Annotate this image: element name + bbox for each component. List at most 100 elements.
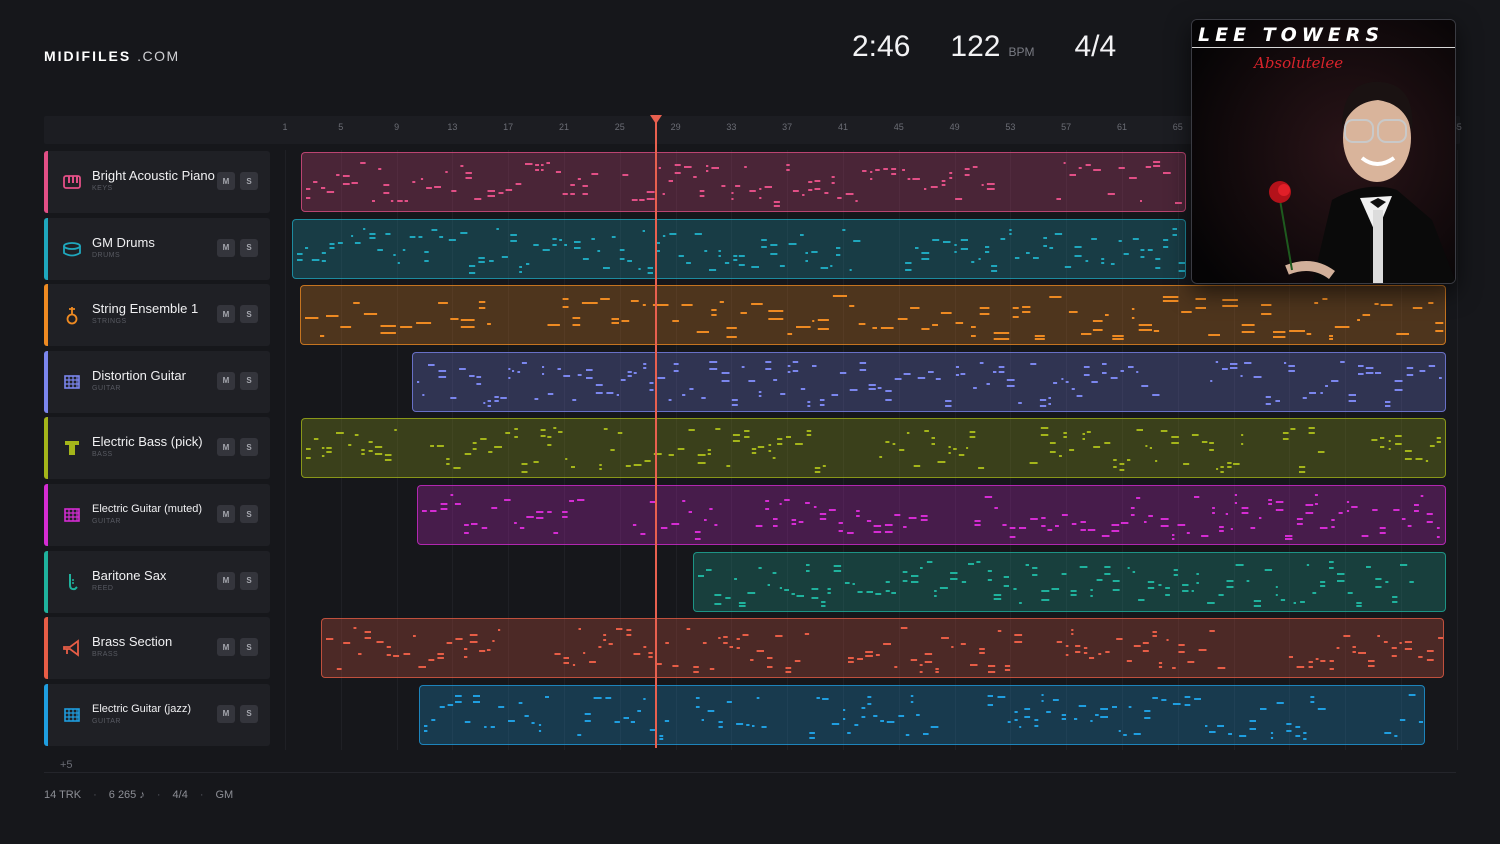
track-header-bright-acoustic-piano[interactable]: Bright Acoustic Piano KEYS M S: [44, 151, 270, 213]
track-name: Electric Bass (pick): [92, 434, 203, 450]
solo-button[interactable]: S: [240, 704, 258, 723]
ruler-bar-number: 65: [1172, 122, 1183, 132]
drum-icon: [63, 241, 81, 256]
clip-notes: [424, 693, 1423, 740]
midi-standard: GM: [215, 789, 234, 801]
saxophone-icon: [69, 573, 78, 590]
grid-line: [285, 150, 286, 750]
track-color-stripe: [44, 284, 48, 347]
midi-clip-string-ensemble-1[interactable]: [300, 285, 1446, 346]
solo-button[interactable]: S: [240, 305, 258, 324]
mute-button[interactable]: M: [217, 505, 235, 523]
track-category: GUITAR: [92, 384, 121, 392]
mute-button[interactable]: M: [217, 438, 235, 457]
guitar-fretboard-icon: [64, 707, 80, 722]
track-name: Distortion Guitar: [92, 367, 186, 383]
album-cover: LEE TOWERS Absolutelee: [1191, 19, 1456, 284]
track-color-stripe: [44, 484, 48, 546]
ruler-bar-number: 53: [1005, 122, 1016, 132]
midi-clip-brass-section[interactable]: [321, 618, 1444, 679]
ruler-bar-number: 21: [558, 122, 570, 132]
track-color-stripe: [44, 550, 48, 613]
mute-button[interactable]: M: [217, 571, 235, 590]
clip-notes: [326, 627, 1443, 674]
track-header-baritone-sax[interactable]: Baritone Sax REED M S: [44, 550, 270, 613]
track-name: Baritone Sax: [92, 567, 167, 583]
clip-notes: [417, 360, 1442, 407]
track-color-stripe: [44, 350, 48, 413]
track-header-string-ensemble-1[interactable]: String Ensemble 1 STRINGS M S: [44, 284, 270, 347]
more-tracks-label[interactable]: +5: [60, 759, 73, 771]
cover-album: Absolutelee: [1254, 54, 1344, 72]
mute-button[interactable]: M: [217, 638, 235, 657]
track-header-distortion-guitar[interactable]: Distortion Guitar GUITAR M S: [44, 350, 270, 413]
song-duration: 2:46: [852, 30, 911, 63]
track-header-electric-guitar-jazz[interactable]: Electric Guitar (jazz) GUITAR M S: [44, 683, 270, 746]
midi-clip-electric-guitar-jazz[interactable]: [419, 684, 1425, 745]
midi-clip-distortion-guitar[interactable]: [412, 351, 1446, 412]
clip-notes: [305, 295, 1444, 341]
separator-dot: ·: [156, 789, 161, 801]
track-name: String Ensemble 1: [92, 301, 199, 317]
track-name: Electric Guitar (muted): [92, 503, 203, 515]
midi-clip-gm-drums[interactable]: [292, 218, 1186, 279]
midi-clip-electric-bass-pick[interactable]: [301, 418, 1446, 479]
track-color-stripe: [44, 417, 48, 480]
mute-button[interactable]: M: [217, 172, 235, 190]
file-summary: 14 TRK · 6 265 ♪ · 4/4 · GM: [44, 789, 233, 801]
ruler-bar-number: 37: [782, 122, 793, 132]
guitar-fretboard-icon: [64, 374, 80, 389]
clip-notes: [306, 427, 1441, 474]
footer-meter: 4/4: [172, 789, 188, 801]
brand-suffix: .COM: [137, 48, 180, 64]
cover-rule: [1192, 47, 1455, 48]
solo-button[interactable]: S: [240, 238, 258, 257]
track-category: KEYS: [92, 185, 113, 192]
track-header-brass-section[interactable]: Brass Section BRASS M S: [44, 617, 270, 680]
midi-clip-baritone-sax[interactable]: [693, 551, 1446, 612]
ruler-bar-number: 25: [614, 122, 625, 132]
solo-button[interactable]: S: [240, 371, 258, 390]
track-count: 14 TRK: [44, 789, 82, 801]
track-color-stripe: [44, 683, 48, 746]
track-header-electric-bass-pick[interactable]: Electric Bass (pick) BASS M S: [44, 417, 270, 480]
midi-clip-electric-guitar-muted[interactable]: [417, 485, 1446, 545]
playhead[interactable]: [655, 116, 657, 748]
track-color-stripe: [44, 217, 48, 280]
solo-button[interactable]: S: [240, 638, 258, 657]
cover-artist: LEE TOWERS: [1198, 24, 1385, 46]
midi-clip-bright-acoustic-piano[interactable]: [301, 152, 1186, 212]
track-category: GUITAR: [92, 717, 121, 725]
footer-divider: [44, 772, 1456, 773]
ruler-bar-number: 41: [837, 122, 849, 132]
solo-button[interactable]: S: [240, 438, 258, 457]
solo-button[interactable]: S: [240, 505, 258, 523]
clip-notes: [297, 227, 1185, 274]
mute-button[interactable]: M: [217, 704, 235, 723]
track-category: BRASS: [92, 651, 119, 659]
track-header-electric-guitar-muted[interactable]: Electric Guitar (muted) GUITAR M S: [44, 484, 270, 546]
track-category: STRINGS: [92, 318, 127, 326]
track-color-stripe: [44, 151, 48, 213]
mute-button[interactable]: M: [217, 305, 235, 324]
ruler-bar-number: 5: [338, 122, 344, 132]
track-category: GUITAR: [92, 518, 121, 525]
piano-icon: [63, 175, 81, 189]
ruler-bar-number: 45: [893, 122, 904, 132]
mute-button[interactable]: M: [217, 238, 235, 257]
clip-notes: [422, 494, 1440, 540]
mute-button[interactable]: M: [217, 371, 235, 390]
ruler-bar-number: 61: [1116, 122, 1128, 132]
track-header-gm-drums[interactable]: GM Drums DRUMS M S: [44, 217, 270, 280]
bass-icon: [65, 441, 79, 456]
ruler-bar-number: 29: [670, 122, 681, 132]
song-stats: 2:46 122 BPM 4/4: [852, 30, 1116, 70]
track-category: REED: [92, 584, 114, 592]
solo-button[interactable]: S: [240, 172, 258, 190]
solo-button[interactable]: S: [240, 571, 258, 590]
grid-line: [1456, 150, 1458, 750]
playhead-marker[interactable]: [650, 115, 662, 124]
time-signature: 4/4: [1074, 30, 1117, 63]
tempo-unit: BPM: [1008, 45, 1035, 59]
track-name: GM Drums: [92, 234, 155, 250]
